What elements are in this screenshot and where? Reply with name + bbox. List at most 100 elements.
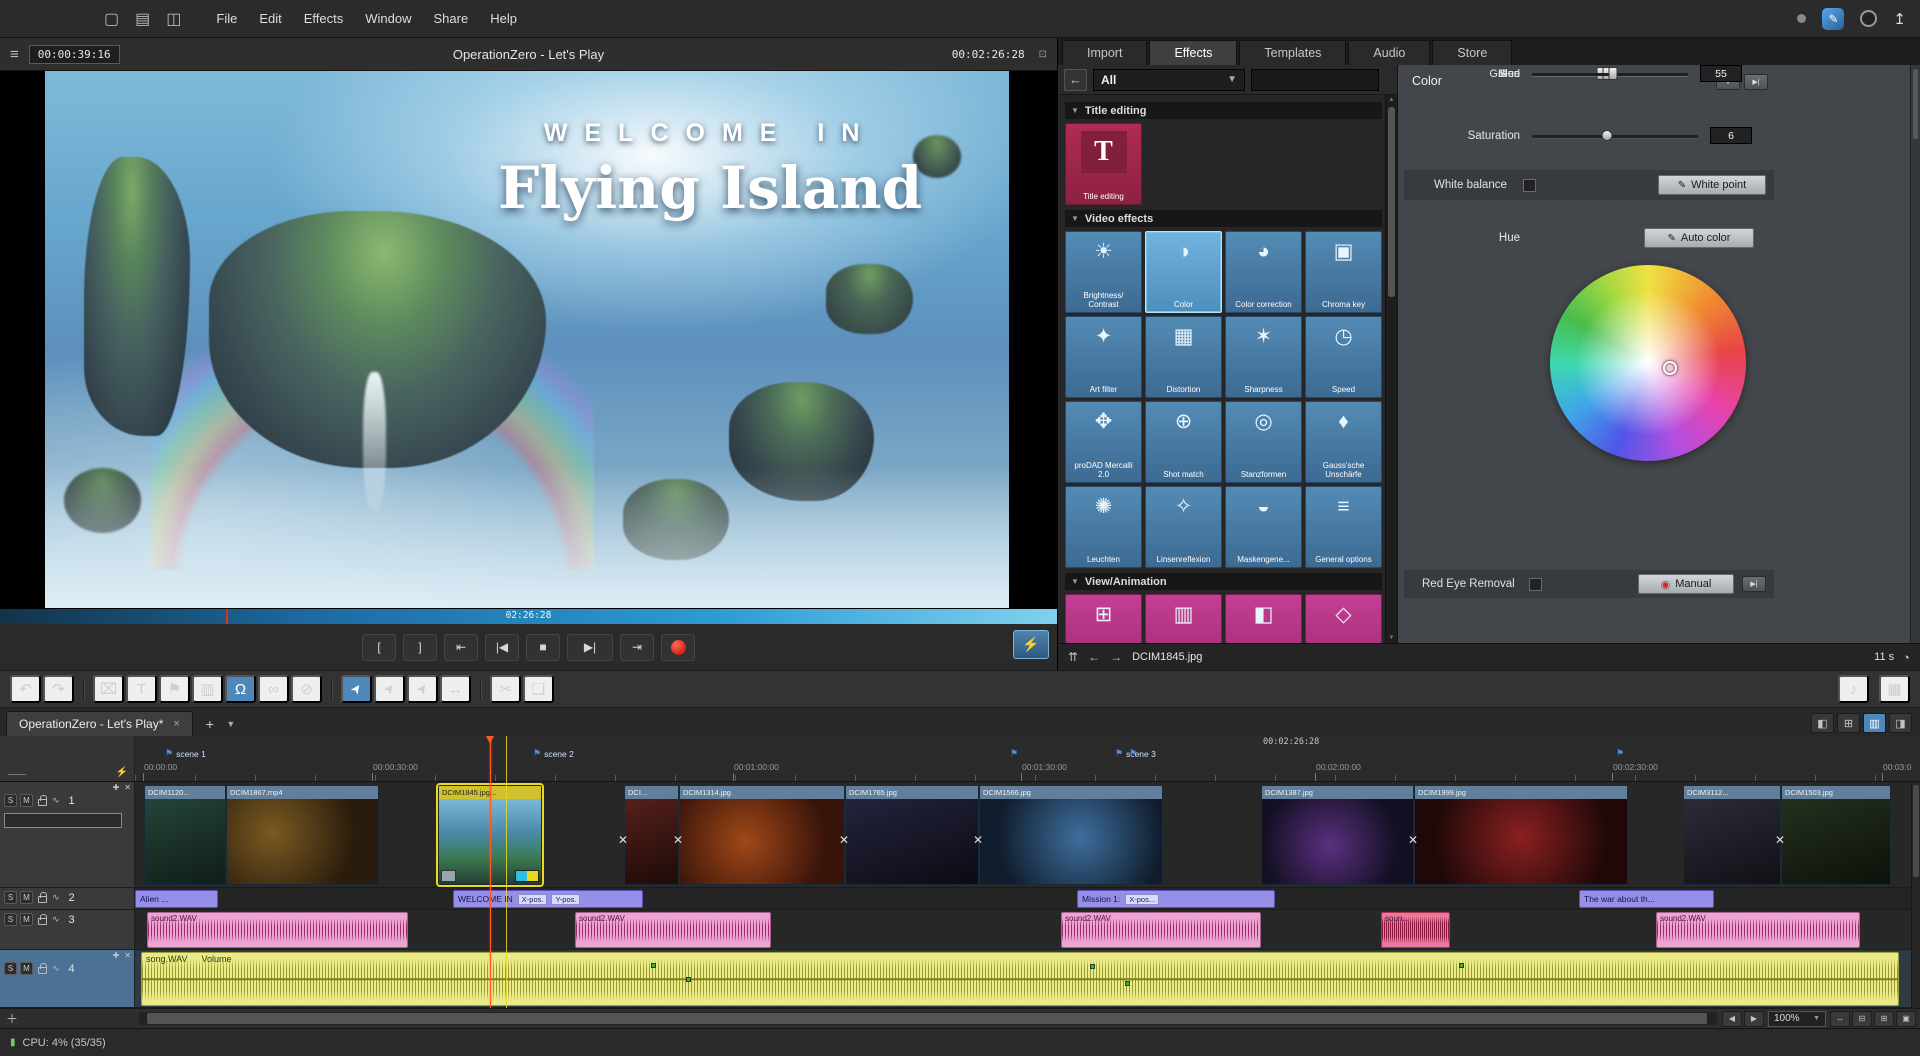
transport-button[interactable]: ]	[403, 634, 437, 661]
video-clip[interactable]: DCIM1314.jpg	[679, 785, 845, 885]
transport-button[interactable]: [	[362, 634, 396, 661]
toolbar-button[interactable]: ↷	[43, 675, 74, 703]
menu-item[interactable]: Effects	[293, 7, 355, 30]
track-3-header[interactable]: S M ∿ 3	[0, 910, 135, 950]
auto-color-button[interactable]: ✎ Auto color	[1644, 228, 1754, 248]
scrollbar-thumb[interactable]	[147, 1013, 1707, 1024]
effect-tile[interactable]: ◑ Color	[1145, 231, 1222, 313]
effect-tile[interactable]: ✧ Linsenreflexion	[1145, 486, 1222, 568]
pool-tab[interactable]: Store	[1432, 40, 1512, 65]
timeline-view-button[interactable]: ◧	[1811, 713, 1834, 733]
envelope-node[interactable]	[1125, 981, 1130, 986]
video-clip[interactable]: DCIM1566.jpg	[979, 785, 1163, 885]
effect-tile[interactable]: ▥	[1145, 594, 1222, 643]
add-object-button[interactable]: ＋	[6, 1010, 18, 1027]
track-2-header[interactable]: S M ∿ 2	[0, 888, 135, 910]
transport-button[interactable]: ⇤	[444, 634, 478, 661]
volume-envelope[interactable]	[142, 953, 1898, 1006]
menu-item[interactable]: Share	[423, 7, 480, 30]
toolbar-right-button[interactable]: ▦	[1879, 675, 1910, 703]
menu-item[interactable]: Window	[354, 7, 422, 30]
solo-button[interactable]: S	[4, 913, 17, 926]
video-clip[interactable]: DCIM1999.jpg	[1414, 785, 1628, 885]
zoom-options-button[interactable]: ▣	[1896, 1011, 1916, 1027]
hue-color-wheel[interactable]	[1550, 265, 1746, 461]
timeline-view-button[interactable]: ⊞	[1837, 713, 1860, 733]
transport-button[interactable]: ▶|	[567, 634, 613, 661]
scrollbar-thumb[interactable]	[1913, 785, 1919, 877]
video-clip[interactable]: DCIM1387.jpg	[1261, 785, 1414, 885]
pool-tab[interactable]: Templates	[1239, 40, 1346, 65]
menu-item[interactable]: Edit	[248, 7, 292, 30]
audio-clip[interactable]: soun...	[1381, 912, 1450, 948]
transport-button[interactable]: ⇥	[620, 634, 654, 661]
playhead[interactable]	[490, 736, 491, 1008]
slider-thumb[interactable]	[1601, 130, 1612, 141]
effect-tile[interactable]: ◎ Stanzformen	[1225, 401, 1302, 483]
close-icon[interactable]: ×	[173, 718, 179, 730]
video-clip[interactable]: DCIM1765.jpg	[845, 785, 979, 885]
video-clip[interactable]: DCIM3112...	[1683, 785, 1781, 885]
toolbar-button[interactable]: ⚑	[159, 675, 190, 703]
track-4-lane[interactable]: song.WAV Volume	[135, 950, 1920, 1008]
channel-value[interactable]: 55	[1700, 65, 1742, 82]
zoom-in-button[interactable]: ⊞	[1874, 1011, 1894, 1027]
back-arrow-icon[interactable]: ←	[1064, 69, 1087, 91]
effect-tile[interactable]: ▣ Chroma key	[1305, 231, 1382, 313]
toolbar-button[interactable]: Ω	[225, 675, 256, 703]
mute-button[interactable]: M	[20, 794, 33, 807]
clock-icon[interactable]: ◔	[1902, 650, 1910, 665]
mute-button[interactable]: M	[20, 891, 33, 904]
toolbar-right-button[interactable]: ♪	[1838, 675, 1869, 703]
scene-marker[interactable]: ⚑ scene 1	[165, 748, 206, 759]
fade-icon[interactable]: ∿	[52, 963, 60, 974]
mouse-mode-button[interactable]: ➤	[374, 675, 405, 703]
video-viewport[interactable]: WELCOME IN Flying Island	[0, 71, 1057, 608]
preview-quality-button[interactable]: ⚡	[1013, 630, 1049, 659]
horizontal-scrollbar[interactable]	[139, 1012, 1717, 1025]
effect-tile[interactable]: ◧	[1225, 594, 1302, 643]
effects-scrollbar[interactable]: ▲ ▼	[1385, 95, 1397, 643]
scrollbar-thumb[interactable]	[1388, 107, 1395, 297]
save-icon[interactable]: ◫	[166, 9, 181, 29]
zoom-out-button[interactable]: ⊟	[1852, 1011, 1872, 1027]
detach-window-icon[interactable]: ⊡	[1039, 49, 1047, 60]
next-media-icon[interactable]: →	[1110, 650, 1122, 664]
effect-tile[interactable]: ✺ Leuchten	[1065, 486, 1142, 568]
effect-tile[interactable]: ◇	[1305, 594, 1382, 643]
effect-tile[interactable]: ◒ Maskengene...	[1225, 486, 1302, 568]
remove-track-button[interactable]: ✕	[124, 783, 131, 792]
scene-marker[interactable]: ⚑ scene 2	[533, 748, 574, 759]
toolbar-button[interactable]: ▥	[192, 675, 223, 703]
section-header[interactable]: ▼ View/Animation	[1065, 573, 1382, 590]
timeline-marker-icon[interactable]: ⚑	[1616, 748, 1624, 759]
lock-icon[interactable]	[38, 967, 47, 974]
toolbar-button[interactable]: T	[126, 675, 157, 703]
ruler-lane[interactable]: 00:02:26:28 ⚑ scene 1 ⚑ scene 2 ⚑ scene …	[135, 736, 1920, 781]
timeline-marker-icon[interactable]: ⚑	[1010, 748, 1018, 759]
menu-item[interactable]: Help	[479, 7, 528, 30]
track-1-header[interactable]: ✚ ✕ S M ∿ 1	[0, 782, 135, 888]
music-clip[interactable]: song.WAV Volume	[141, 952, 1899, 1006]
video-clip[interactable]: DCIM1120...	[144, 785, 226, 885]
remove-track-button[interactable]: ✕	[124, 951, 131, 960]
audio-clip[interactable]: sound2.WAV	[1656, 912, 1860, 948]
timeline-view-button[interactable]: ◨	[1889, 713, 1912, 733]
title-clip[interactable]: WELCOME IN X-pos.Y-pos.	[453, 890, 643, 908]
video-clip[interactable]: DCI...	[624, 785, 679, 885]
new-tab-button[interactable]: +	[199, 714, 221, 734]
solo-button[interactable]: S	[4, 891, 17, 904]
lock-icon[interactable]	[38, 896, 47, 903]
color-panel-scrollbar[interactable]	[1910, 65, 1920, 643]
toolbar-button[interactable]: ⌧	[93, 675, 124, 703]
manual-button[interactable]: ◉ Manual	[1638, 574, 1734, 594]
white-balance-checkbox[interactable]	[1523, 179, 1536, 192]
effect-tile[interactable]: ◷ Speed	[1305, 316, 1382, 398]
parameter-chip[interactable]: X-pos...	[1125, 894, 1159, 905]
envelope-node[interactable]	[651, 963, 656, 968]
zoom-dropdown[interactable]: 100% ▼	[1768, 1011, 1826, 1027]
audio-clip[interactable]: sound2.WAV	[575, 912, 771, 948]
toolbar-button[interactable]: ↶	[10, 675, 41, 703]
fade-icon[interactable]: ∿	[52, 795, 60, 806]
category-dropdown[interactable]: All ▼	[1093, 69, 1245, 91]
